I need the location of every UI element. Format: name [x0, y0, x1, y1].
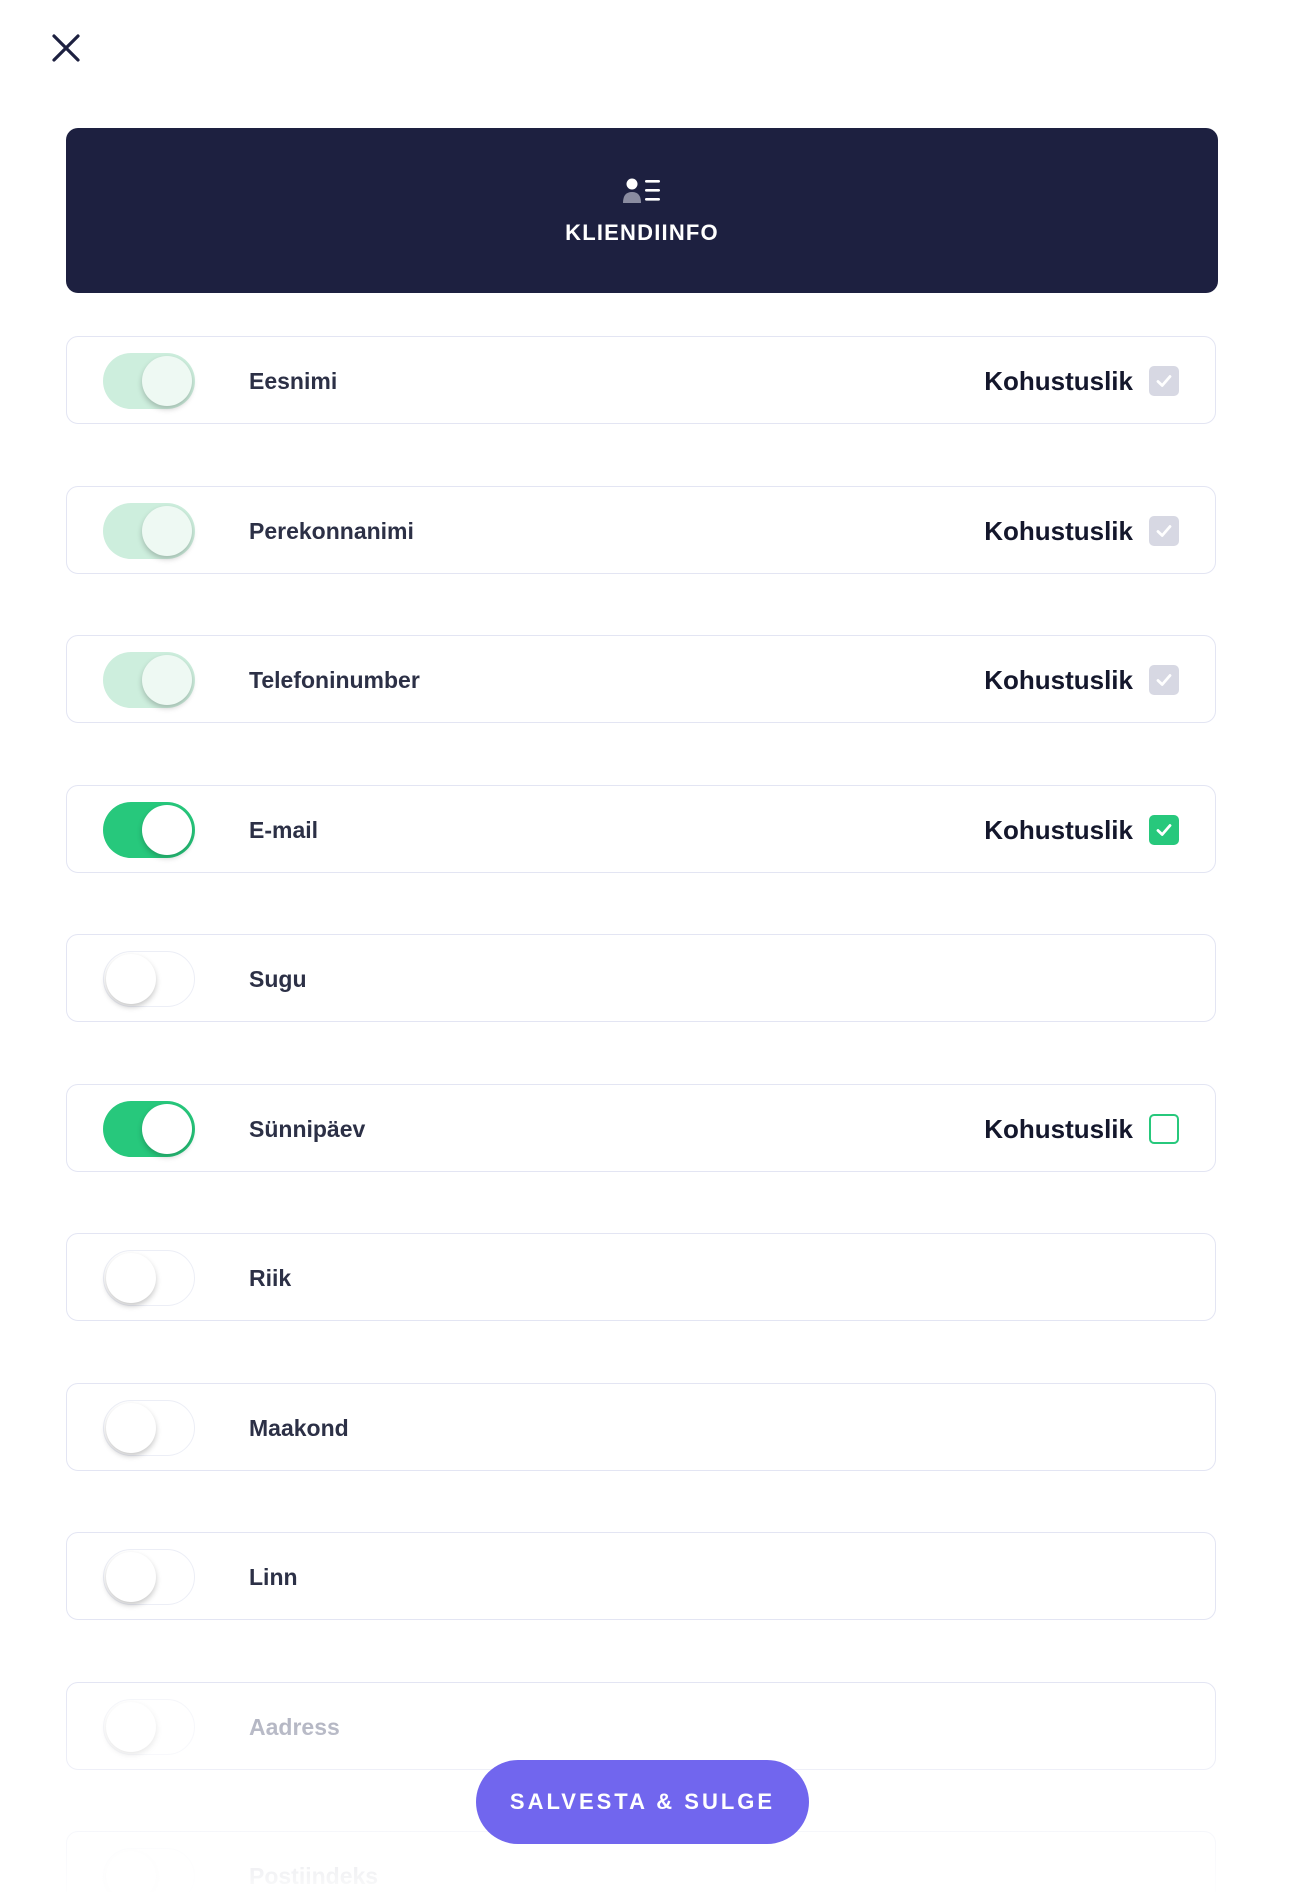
field-label: Telefoninumber	[249, 667, 420, 693]
required-checkbox	[1149, 366, 1179, 396]
toggle-knob	[142, 506, 192, 556]
field-row: Maakond	[66, 1383, 1216, 1471]
field-label: Riik	[249, 1265, 292, 1291]
toggle-knob	[106, 1702, 156, 1752]
close-icon[interactable]	[46, 28, 86, 68]
toggle-knob	[142, 805, 192, 855]
field-row: Sünnipäev Kohustuslik	[66, 1084, 1216, 1172]
field-label: Maakond	[249, 1415, 349, 1441]
field-toggle	[103, 503, 195, 559]
field-label: E-mail	[249, 817, 319, 843]
checkmark-icon	[1156, 674, 1172, 686]
field-row: Aadress	[66, 1682, 1216, 1770]
required-label: Kohustuslik	[984, 1114, 1133, 1144]
section-title: KLIENDIINFO	[565, 219, 719, 245]
field-row: Telefoninumber Kohustuslik	[66, 635, 1216, 723]
field-label: Postiindeks	[249, 1863, 379, 1889]
field-label: Eesnimi	[249, 368, 338, 394]
field-toggle	[103, 353, 195, 409]
checkmark-icon	[1156, 824, 1172, 836]
field-label: Perekonnanimi	[249, 518, 414, 544]
field-toggle[interactable]	[103, 1250, 195, 1306]
section-header: KLIENDIINFO	[66, 128, 1218, 293]
toggle-knob	[106, 1552, 156, 1602]
checkmark-icon	[1156, 525, 1172, 537]
field-toggle[interactable]	[103, 1549, 195, 1605]
toggle-knob	[106, 1403, 156, 1453]
contact-list-icon	[623, 178, 660, 203]
required-label: Kohustuslik	[984, 815, 1133, 845]
field-toggle	[103, 652, 195, 708]
field-row: Linn	[66, 1532, 1216, 1620]
save-and-close-button[interactable]: SALVESTA & SULGE	[476, 1760, 809, 1844]
toggle-knob	[142, 1104, 192, 1154]
field-toggle[interactable]	[103, 1848, 195, 1892]
field-row: Sugu	[66, 934, 1216, 1022]
checkmark-icon	[1156, 375, 1172, 387]
field-toggle[interactable]	[103, 1400, 195, 1456]
toggle-knob	[142, 356, 192, 406]
field-label: Linn	[249, 1564, 298, 1590]
field-toggle[interactable]	[103, 1699, 195, 1755]
required-checkbox	[1149, 665, 1179, 695]
field-toggle[interactable]	[103, 1101, 195, 1157]
required-label: Kohustuslik	[984, 665, 1133, 695]
field-toggle[interactable]	[103, 951, 195, 1007]
required-label: Kohustuslik	[984, 366, 1133, 396]
toggle-knob	[106, 1851, 156, 1892]
required-checkbox[interactable]	[1149, 1114, 1179, 1144]
required-label: Kohustuslik	[984, 516, 1133, 546]
required-checkbox	[1149, 516, 1179, 546]
toggle-knob	[142, 655, 192, 705]
settings-page: KLIENDIINFO Eesnimi Kohustuslik Perekonnan…	[0, 0, 1290, 1892]
field-label: Sünnipäev	[249, 1116, 366, 1142]
field-toggle[interactable]	[103, 802, 195, 858]
toggle-knob	[106, 954, 156, 1004]
field-row: Riik	[66, 1233, 1216, 1321]
field-label: Aadress	[249, 1714, 340, 1740]
required-checkbox[interactable]	[1149, 815, 1179, 845]
field-row: Perekonnanimi Kohustuslik	[66, 486, 1216, 574]
field-row: Eesnimi Kohustuslik	[66, 336, 1216, 424]
toggle-knob	[106, 1253, 156, 1303]
field-label: Sugu	[249, 966, 307, 992]
field-row: E-mail Kohustuslik	[66, 785, 1216, 873]
